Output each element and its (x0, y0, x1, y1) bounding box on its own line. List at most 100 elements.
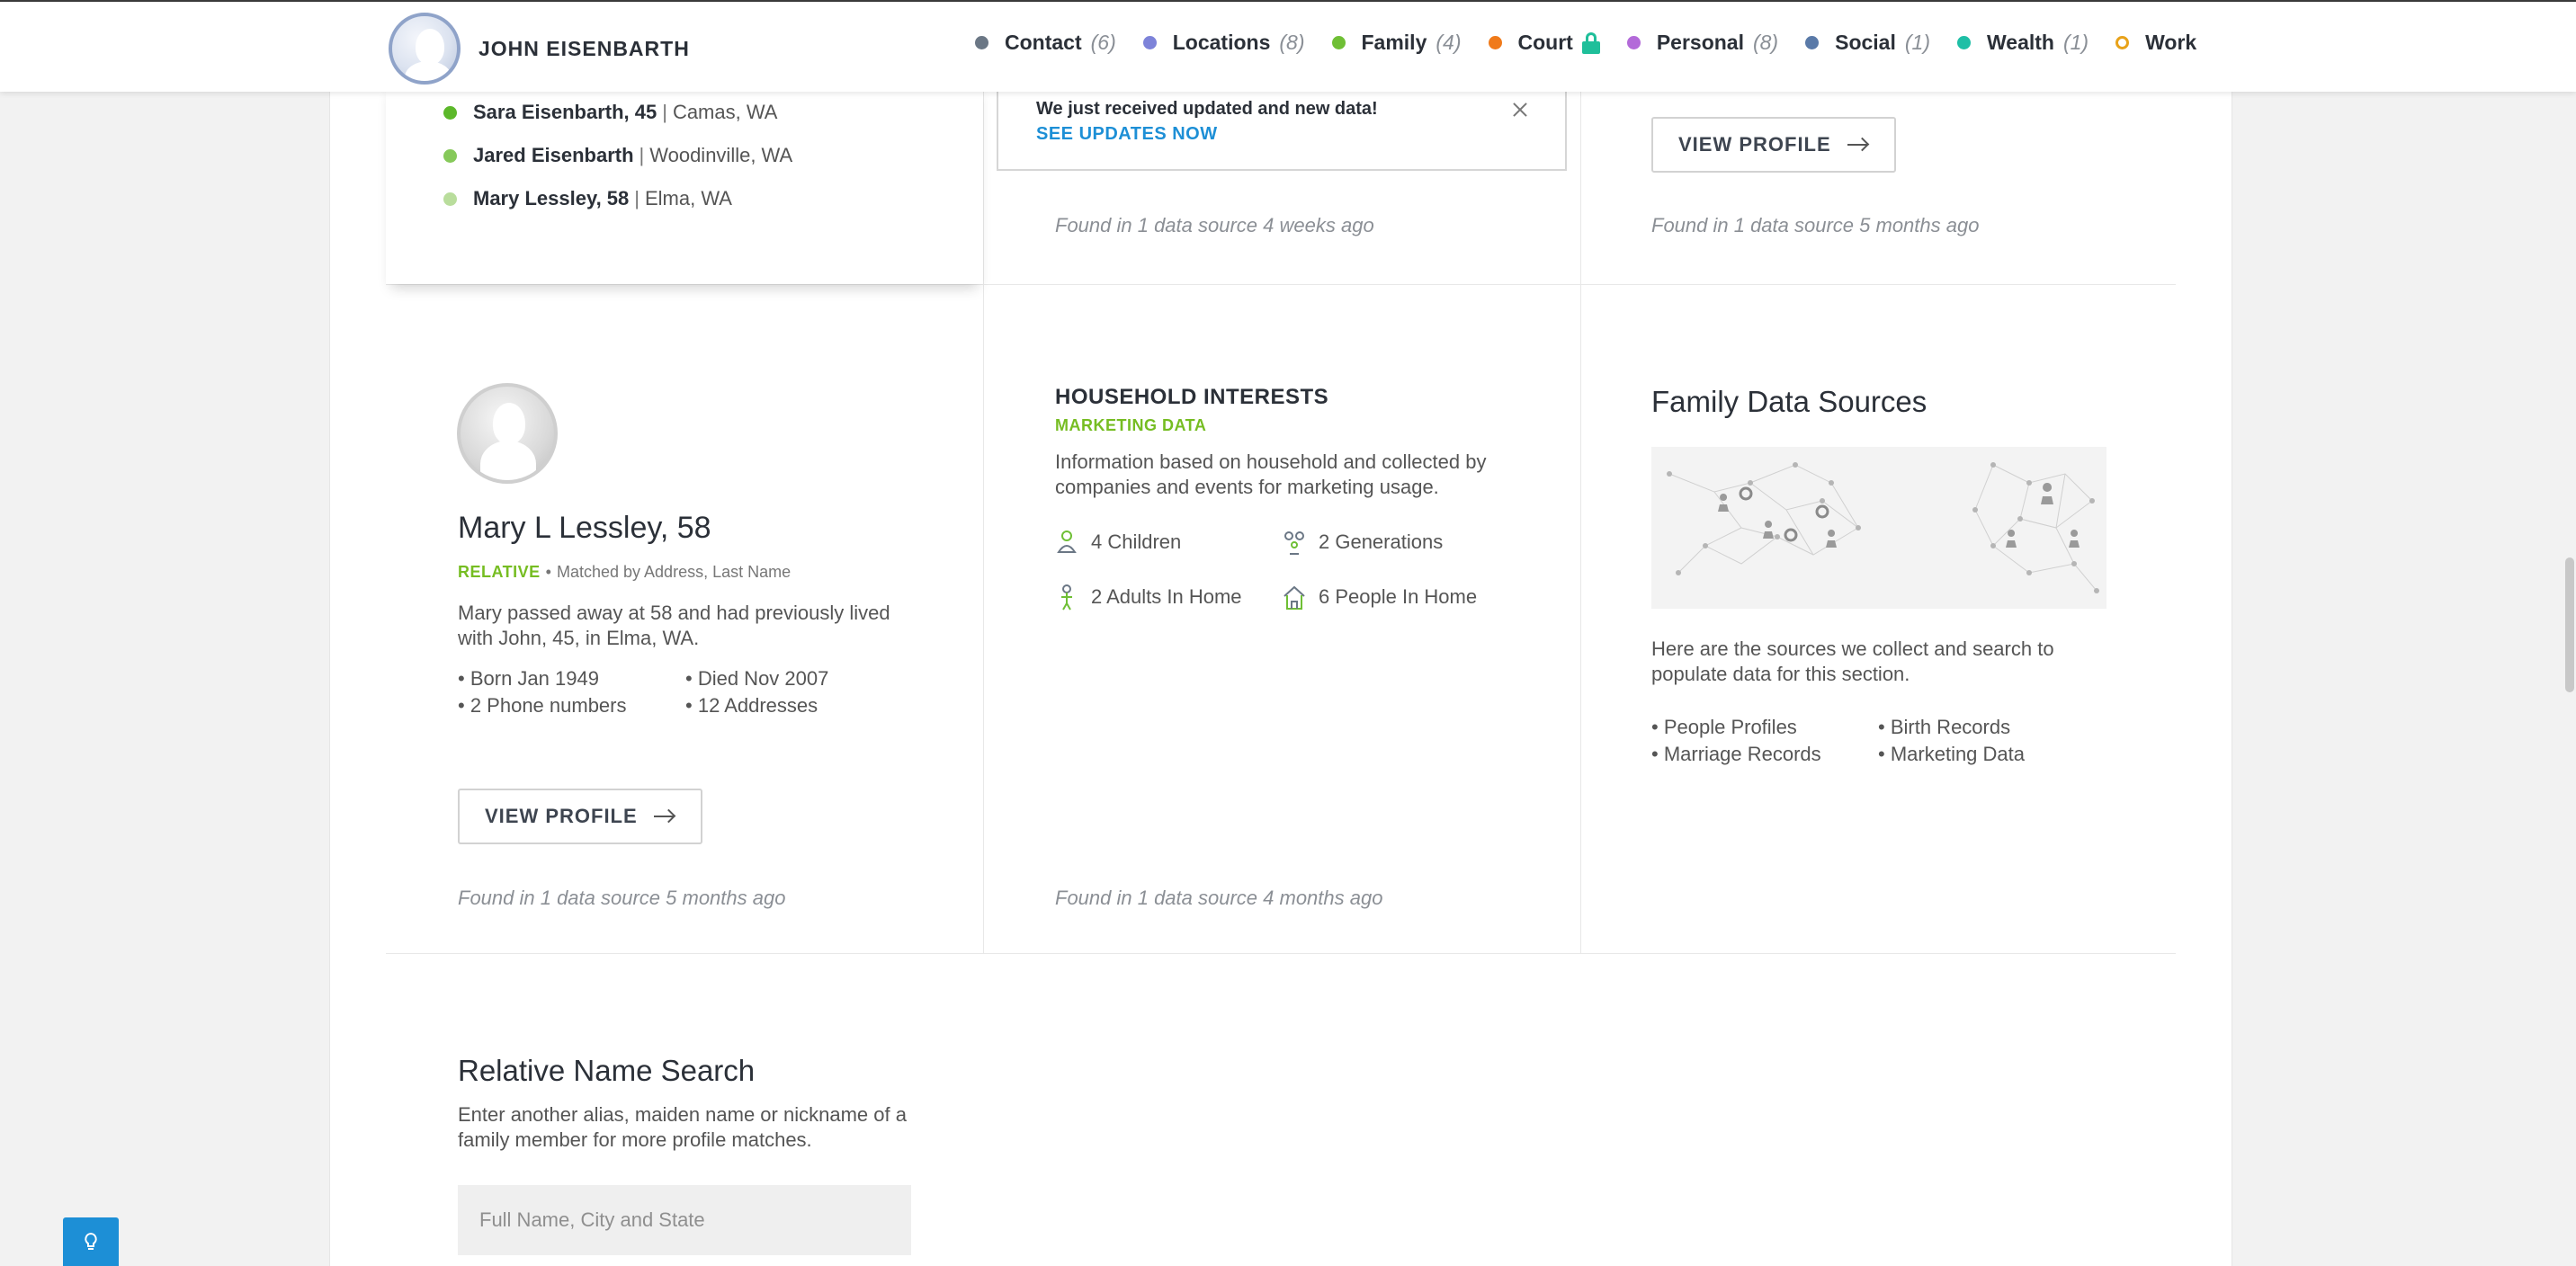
fact-item: • 2 Phone numbers (458, 694, 627, 717)
status-dot (1142, 36, 1157, 49)
separator: | (634, 187, 640, 210)
nav-count: (1) (1904, 31, 1930, 54)
source-text: Marriage Records (1663, 743, 1821, 765)
nav-item-locations[interactable]: Locations (8) (1142, 31, 1305, 55)
nav-count: (1) (2062, 31, 2089, 54)
top-header: JOHN EISENBARTH Contact (6) Locations (8… (0, 0, 2576, 92)
section-nav: Contact (6) Locations (8) Family (4) Cou… (975, 31, 2196, 55)
fact-item: • Died Nov 2007 (685, 667, 829, 690)
nav-label: Wealth (1987, 31, 2054, 54)
source-item: • People Profiles (1651, 716, 1797, 738)
nav-count: (8) (1279, 31, 1305, 54)
separator: | (662, 101, 667, 123)
nav-item-family[interactable]: Family (4) (1331, 31, 1462, 55)
source-text: Marketing Data (1890, 743, 2026, 765)
nav-label: Social (1835, 31, 1896, 54)
family-member-name: Mary Lessley, 58 (473, 187, 630, 210)
relative-avatar (457, 383, 558, 484)
household-item: 4 Children (1055, 529, 1181, 556)
data-source-note: Found in 1 data source 4 weeks ago (1055, 214, 1374, 236)
bullet-separator: • (545, 563, 551, 581)
nav-item-social[interactable]: Social (1) (1805, 31, 1930, 55)
column-divider (983, 90, 984, 953)
status-dot (1957, 36, 1971, 49)
household-item: 2 Generations (1283, 529, 1443, 556)
fact-item: • 12 Addresses (685, 694, 818, 717)
nav-item-personal[interactable]: Personal (8) (1626, 31, 1779, 55)
separator: | (639, 144, 645, 166)
status-dot (443, 192, 457, 206)
fact-item: • Born Jan 1949 (458, 667, 599, 690)
family-member-row[interactable]: Jared Eisenbarth | Woodinville, WA (443, 144, 792, 167)
status-dot (443, 148, 457, 163)
source-text: People Profiles (1663, 716, 1797, 738)
nav-count: (8) (1752, 31, 1779, 54)
data-source-note: Found in 1 data source 4 months ago (1055, 887, 1383, 909)
household-item-label: 6 People In Home (1319, 585, 1478, 608)
relative-search-description: Enter another alias, maiden name or nick… (458, 1103, 907, 1151)
fact-text: 12 Addresses (697, 694, 818, 717)
family-member-name: Jared Eisenbarth (473, 144, 634, 166)
household-item-label: 4 Children (1091, 530, 1182, 553)
view-profile-button[interactable]: VIEW PROFILE (1651, 117, 1896, 173)
status-dot (1805, 36, 1820, 49)
fact-text: Born Jan 1949 (470, 667, 599, 690)
close-icon[interactable] (1511, 101, 1529, 119)
family-member-row[interactable]: Mary Lessley, 58 | Elma, WA (443, 187, 732, 210)
family-member-location: Camas, WA (672, 101, 778, 123)
button-label: VIEW PROFILE (1678, 133, 1831, 156)
nav-label: Locations (1172, 31, 1271, 54)
status-dot (1626, 36, 1641, 49)
adult-icon (1061, 584, 1072, 611)
family-member-location: Woodinville, WA (649, 144, 793, 166)
source-item: • Birth Records (1878, 716, 2011, 738)
household-item: 2 Adults In Home (1055, 584, 1242, 611)
source-item: • Marriage Records (1651, 743, 1821, 765)
status-dot (1488, 36, 1502, 49)
relative-description: Mary passed away at 58 and had previousl… (458, 602, 890, 649)
help-button[interactable] (63, 1217, 119, 1266)
nav-item-wealth[interactable]: Wealth (1) (1957, 31, 2089, 55)
arrow-right-icon (653, 808, 675, 824)
nav-item-court[interactable]: Court (1488, 31, 1600, 55)
fact-text: Died Nov 2007 (697, 667, 829, 690)
household-title: HOUSEHOLD INTERESTS (1055, 385, 1329, 409)
nav-label: Work (2145, 31, 2197, 54)
relative-meta: RELATIVE • Matched by Address, Last Name (458, 563, 791, 582)
brand[interactable]: JOHN EISENBARTH (389, 13, 690, 85)
source-item: • Marketing Data (1878, 743, 2026, 765)
relative-search-input[interactable] (458, 1185, 911, 1255)
household-subtitle: MARKETING DATA (1055, 416, 1207, 434)
row-divider (386, 953, 2176, 954)
nav-item-work[interactable]: Work (2115, 31, 2196, 55)
arrow-right-icon (1847, 137, 1869, 152)
data-source-note: Found in 1 data source 5 months ago (1651, 214, 1980, 236)
nav-item-contact[interactable]: Contact (6) (975, 31, 1116, 55)
nav-count: (6) (1090, 31, 1116, 54)
children-icon (1057, 530, 1077, 553)
family-member-row[interactable]: Sara Eisenbarth, 45 | Camas, WA (443, 101, 777, 124)
row-divider (386, 284, 2176, 285)
generations-icon (1284, 531, 1304, 555)
sources-description: Here are the sources we collect and sear… (1651, 637, 2054, 685)
status-dot (1331, 36, 1346, 49)
view-profile-button[interactable]: VIEW PROFILE (458, 789, 702, 844)
family-members-card: Sara Eisenbarth, 45 | Camas, WA Jared Ei… (386, 81, 983, 284)
notification-message: We just received updated and new data! (1036, 99, 1378, 119)
button-label: VIEW PROFILE (485, 805, 638, 827)
network-illustration (1651, 447, 2106, 609)
lock-icon (1581, 31, 1600, 54)
household-item-label: 2 Generations (1319, 530, 1444, 553)
scrollbar-thumb[interactable] (2565, 557, 2574, 692)
lightbulb-icon (85, 1232, 97, 1250)
family-member-name: Sara Eisenbarth, 45 (473, 101, 657, 123)
see-updates-link[interactable]: SEE UPDATES NOW (1036, 124, 1218, 145)
relative-tag: RELATIVE (458, 563, 541, 581)
status-dot (443, 105, 457, 120)
profile-avatar (389, 13, 461, 85)
household-item-label: 2 Adults In Home (1091, 585, 1242, 608)
status-ring (2115, 36, 2130, 49)
source-text: Birth Records (1890, 716, 2011, 738)
nav-label: Family (1361, 31, 1427, 54)
status-dot (975, 36, 988, 49)
